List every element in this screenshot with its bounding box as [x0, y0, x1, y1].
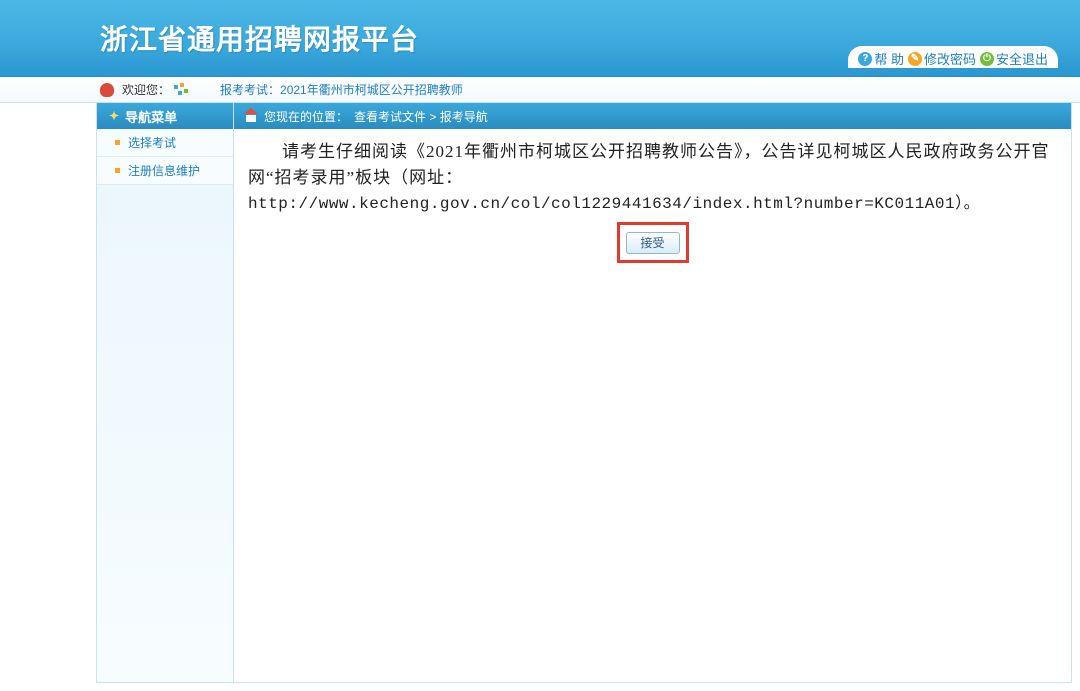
sidebar-item-profile[interactable]: 注册信息维护 — [97, 157, 233, 185]
bullet-icon — [115, 140, 120, 145]
content-area: 请考生仔细阅读《2021年衢州市柯城区公开招聘教师公告》，公告详见柯城区人民政府… — [234, 129, 1071, 682]
sidebar: 导航菜单 选择考试 注册信息维护 — [96, 103, 234, 683]
sidebar-item-label: 选择考试 — [128, 134, 176, 151]
power-icon: ⏻ — [980, 52, 994, 66]
notice-url: http://www.kecheng.gov.cn/col/col1229441… — [248, 192, 1057, 217]
sidebar-item-select-exam[interactable]: 选择考试 — [97, 129, 233, 157]
home-icon — [244, 110, 258, 122]
key-icon: ✎ — [908, 52, 922, 66]
user-icon — [100, 83, 114, 97]
info-bar: 欢迎您： 报考考试：2021年衢州市柯城区公开招聘教师 — [0, 77, 1080, 103]
bullet-icon — [115, 168, 120, 173]
notice-paragraph: 请考生仔细阅读《2021年衢州市柯城区公开招聘教师公告》，公告详见柯城区人民政府… — [248, 139, 1057, 192]
change-password-link[interactable]: ✎修改密码 — [908, 49, 976, 68]
logout-link[interactable]: ⏻安全退出 — [980, 49, 1048, 68]
exam-label: 报考考试：2021年衢州市柯城区公开招聘教师 — [220, 81, 463, 98]
app-title: 浙江省通用招聘网报平台 — [100, 18, 419, 58]
app-header: 浙江省通用招聘网报平台 ?帮 助 ✎修改密码 ⏻安全退出 — [0, 0, 1080, 77]
welcome-label: 欢迎您： — [122, 81, 170, 98]
help-link[interactable]: ?帮 助 — [858, 49, 904, 68]
breadcrumb: 您现在的位置： 查看考试文件 > 报考导航 — [234, 103, 1071, 129]
help-icon: ? — [858, 52, 872, 66]
accept-button[interactable]: 接受 — [626, 232, 680, 254]
main-panel: 您现在的位置： 查看考试文件 > 报考导航 请考生仔细阅读《2021年衢州市柯城… — [234, 103, 1072, 683]
sidebar-item-label: 注册信息维护 — [128, 162, 200, 179]
sidebar-header: 导航菜单 — [97, 103, 233, 129]
accept-highlight-box: 接受 — [617, 222, 689, 262]
header-links: ?帮 助 ✎修改密码 ⏻安全退出 — [848, 46, 1058, 68]
username-placeholder — [174, 83, 192, 97]
